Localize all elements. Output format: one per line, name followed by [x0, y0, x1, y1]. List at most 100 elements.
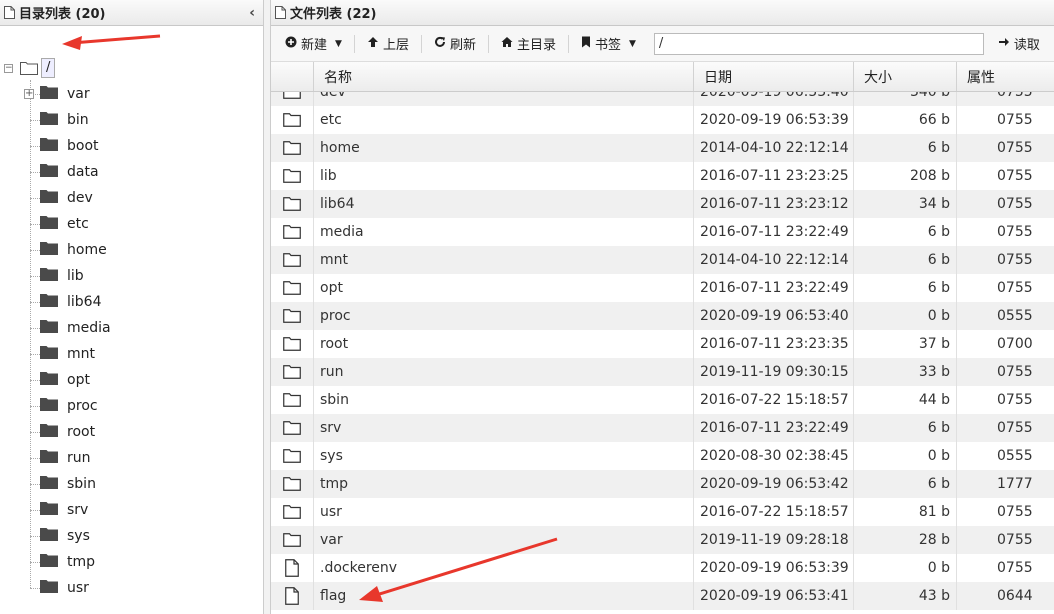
refresh-button[interactable]: 刷新: [428, 30, 482, 58]
file-perm[interactable]: 0755: [957, 218, 1054, 246]
tree-item-var[interactable]: + var: [24, 81, 90, 107]
tree-item-run[interactable]: run: [30, 445, 91, 471]
tree-item-lib[interactable]: lib: [30, 263, 84, 289]
tree-item-mnt[interactable]: mnt: [30, 341, 95, 367]
file-perm[interactable]: 0555: [957, 442, 1054, 470]
file-perm[interactable]: 0755: [957, 526, 1054, 554]
file-name[interactable]: var: [314, 526, 694, 554]
tree-item-sbin[interactable]: sbin: [30, 471, 96, 497]
table-row[interactable]: lib 2016-07-11 23:23:25 208 b 0755: [271, 162, 1054, 190]
table-row[interactable]: proc 2020-09-19 06:53:40 0 b 0555: [271, 302, 1054, 330]
file-name[interactable]: etc: [314, 106, 694, 134]
file-perm[interactable]: 0555: [957, 302, 1054, 330]
tree-item-label: lib64: [67, 294, 102, 310]
table-row[interactable]: sys 2020-08-30 02:38:45 0 b 0555: [271, 442, 1054, 470]
file-perm[interactable]: 0755: [957, 274, 1054, 302]
tree-expand-toggle[interactable]: +: [24, 89, 34, 99]
file-perm[interactable]: 0755: [957, 162, 1054, 190]
table-row[interactable]: mnt 2014-04-10 22:12:14 6 b 0755: [271, 246, 1054, 274]
table-row[interactable]: var 2019-11-19 09:28:18 28 b 0755: [271, 526, 1054, 554]
tree-root-label[interactable]: /: [41, 58, 56, 78]
file-perm[interactable]: 0755: [957, 358, 1054, 386]
file-name[interactable]: media: [314, 218, 694, 246]
file-perm[interactable]: 0755: [957, 414, 1054, 442]
table-row[interactable]: lib64 2016-07-11 23:23:12 34 b 0755: [271, 190, 1054, 218]
read-button[interactable]: 读取: [992, 30, 1046, 58]
file-name[interactable]: opt: [314, 274, 694, 302]
file-perm[interactable]: 1777: [957, 470, 1054, 498]
perm-column-header[interactable]: 属性: [957, 62, 1054, 91]
tree-item-root[interactable]: root: [30, 419, 95, 445]
tree-item-lib64[interactable]: lib64: [30, 289, 101, 315]
tree-item-opt[interactable]: opt: [30, 367, 90, 393]
tree-item-srv[interactable]: srv: [30, 497, 88, 523]
file-name[interactable]: run: [314, 358, 694, 386]
table-row[interactable]: home 2014-04-10 22:12:14 6 b 0755: [271, 134, 1054, 162]
file-perm[interactable]: 0755: [957, 106, 1054, 134]
file-panel: 文件列表 (22) 新建 ▼ 上层 刷新 主目录 书签 ▼ / 读取 名称 日期…: [270, 0, 1054, 614]
folder-icon: [40, 163, 58, 181]
tree-connector: [30, 509, 40, 511]
table-row[interactable]: etc 2020-09-19 06:53:39 66 b 0755: [271, 106, 1054, 134]
file-name[interactable]: proc: [314, 302, 694, 330]
file-perm[interactable]: 0755: [957, 92, 1054, 106]
new-button[interactable]: 新建 ▼: [279, 30, 348, 58]
file-name[interactable]: flag: [314, 582, 694, 610]
tree-item-data[interactable]: data: [30, 159, 99, 185]
path-input[interactable]: [653, 32, 984, 55]
name-column-header[interactable]: 名称: [314, 62, 694, 91]
table-row[interactable]: sbin 2016-07-22 15:18:57 44 b 0755: [271, 386, 1054, 414]
tree-item-dev[interactable]: dev: [30, 185, 93, 211]
file-name[interactable]: lib: [314, 162, 694, 190]
file-name[interactable]: tmp: [314, 470, 694, 498]
folder-icon: [271, 442, 314, 470]
table-row[interactable]: usr 2016-07-22 15:18:57 81 b 0755: [271, 498, 1054, 526]
table-row[interactable]: tmp 2020-09-19 06:53:42 6 b 1777: [271, 470, 1054, 498]
file-perm[interactable]: 0700: [957, 330, 1054, 358]
table-row[interactable]: media 2016-07-11 23:22:49 6 b 0755: [271, 218, 1054, 246]
date-column-header[interactable]: 日期: [694, 62, 854, 91]
size-column-header[interactable]: 大小: [854, 62, 957, 91]
file-perm[interactable]: 0755: [957, 554, 1054, 582]
file-name[interactable]: usr: [314, 498, 694, 526]
table-row[interactable]: srv 2016-07-11 23:22:49 6 b 0755: [271, 414, 1054, 442]
tree-item-boot[interactable]: boot: [30, 133, 99, 159]
collapse-panel-button[interactable]: ‹: [249, 5, 255, 21]
tree-item-usr[interactable]: usr: [30, 575, 89, 601]
tree-item-tmp[interactable]: tmp: [30, 549, 95, 575]
tree-item-home[interactable]: home: [30, 237, 107, 263]
table-row[interactable]: root 2016-07-11 23:23:35 37 b 0700: [271, 330, 1054, 358]
table-row[interactable]: flag 2020-09-19 06:53:41 43 b 0644: [271, 582, 1054, 610]
tree-item-label: run: [67, 450, 91, 466]
table-row[interactable]: dev 2020-09-19 06:53:40 340 b 0755: [271, 92, 1054, 106]
tree-item-sys[interactable]: sys: [30, 523, 90, 549]
tree-connector: [30, 119, 40, 121]
tree-item-etc[interactable]: etc: [30, 211, 89, 237]
bookmark-button[interactable]: 书签 ▼: [575, 30, 642, 58]
up-button[interactable]: 上层: [361, 30, 415, 58]
file-name[interactable]: home: [314, 134, 694, 162]
file-perm[interactable]: 0755: [957, 134, 1054, 162]
tree-collapse-toggle[interactable]: −: [4, 63, 13, 73]
home-button[interactable]: 主目录: [495, 30, 562, 58]
tree-connector: [30, 171, 40, 173]
file-name[interactable]: sbin: [314, 386, 694, 414]
file-perm[interactable]: 0755: [957, 190, 1054, 218]
tree-item-bin[interactable]: bin: [30, 107, 89, 133]
file-perm[interactable]: 0755: [957, 386, 1054, 414]
file-perm[interactable]: 0755: [957, 498, 1054, 526]
table-row[interactable]: .dockerenv 2020-09-19 06:53:39 0 b 0755: [271, 554, 1054, 582]
file-name[interactable]: srv: [314, 414, 694, 442]
file-name[interactable]: lib64: [314, 190, 694, 218]
table-row[interactable]: opt 2016-07-11 23:22:49 6 b 0755: [271, 274, 1054, 302]
file-name[interactable]: dev: [314, 92, 694, 106]
tree-item-media[interactable]: media: [30, 315, 111, 341]
file-name[interactable]: .dockerenv: [314, 554, 694, 582]
file-name[interactable]: sys: [314, 442, 694, 470]
file-name[interactable]: mnt: [314, 246, 694, 274]
file-name[interactable]: root: [314, 330, 694, 358]
file-perm[interactable]: 0755: [957, 246, 1054, 274]
table-row[interactable]: run 2019-11-19 09:30:15 33 b 0755: [271, 358, 1054, 386]
file-perm[interactable]: 0644: [957, 582, 1054, 610]
tree-item-proc[interactable]: proc: [30, 393, 98, 419]
